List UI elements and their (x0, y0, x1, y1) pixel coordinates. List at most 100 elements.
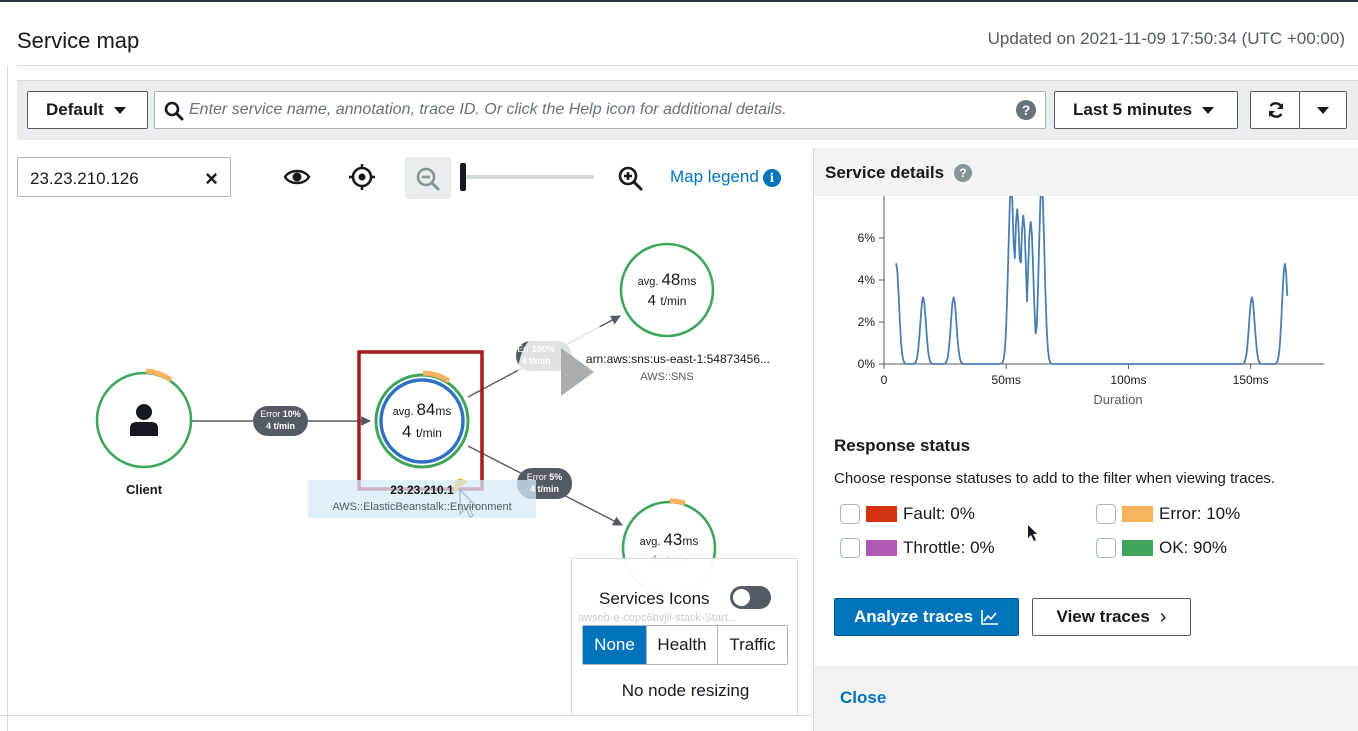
checkbox[interactable] (840, 538, 860, 558)
map-bottom-border (0, 715, 813, 716)
status-checkbox-ok[interactable]: OK: 90% (1096, 538, 1227, 558)
refresh-options-button[interactable] (1299, 91, 1347, 129)
response-status-description: Choose response statuses to add to the f… (834, 470, 1276, 487)
caret-down-icon (1317, 106, 1329, 114)
edge-rate: 4 t/min (521, 356, 551, 366)
help-icon[interactable]: ? (954, 164, 972, 182)
search-input[interactable]: Enter service name, annotation, trace ID… (154, 91, 1046, 129)
y-tick-label: 4% (858, 273, 876, 287)
status-checkbox-throttle[interactable]: Throttle: 0% (840, 538, 995, 558)
zoom-slider-track[interactable] (462, 175, 594, 179)
edge-label-value: 5% (549, 472, 563, 482)
caret-down-icon (1202, 106, 1215, 114)
edge-rate: 4 t/min (529, 484, 559, 494)
y-tick-label: 6% (858, 231, 876, 245)
avg-prefix: avg. (637, 276, 659, 288)
client-node[interactable] (95, 368, 193, 469)
rate-value: 4 (402, 422, 412, 441)
focus-target-icon[interactable] (348, 163, 376, 191)
status-checkbox-error[interactable]: Error: 10% (1096, 504, 1240, 524)
toggle-knob (733, 589, 750, 606)
x-tick-label: 100ms (1110, 373, 1146, 387)
status-label: OK: 90% (1159, 538, 1228, 557)
checkbox[interactable] (1096, 538, 1116, 558)
avg-unit: ms (682, 534, 699, 548)
group-dropdown[interactable]: Default (27, 91, 148, 129)
y-tick-label: 0% (858, 357, 876, 371)
help-icon[interactable]: ? (1016, 100, 1036, 120)
bottom-node-name: awseb-e-cepc6bvjii-stack-Start... (578, 612, 737, 624)
status-label: Error: 10% (1159, 504, 1241, 523)
analyze-traces-label: Analyze traces (853, 607, 974, 626)
time-range-label: Last 5 minutes (1073, 100, 1193, 119)
panel-footer (814, 666, 1358, 731)
map-legend-label: Map legend (670, 167, 759, 186)
segment-traffic[interactable]: Traffic (718, 626, 787, 664)
services-icons-label: Services Icons (599, 589, 710, 608)
eye-icon[interactable] (283, 165, 311, 189)
info-icon: i (762, 168, 781, 187)
edge-label-prefix: Err (517, 344, 530, 354)
updated-timestamp: Updated on 2021-11-09 17:50:34 (UTC +00:… (987, 29, 1345, 48)
view-traces-label: View traces (1056, 607, 1150, 626)
close-link[interactable]: Close (840, 688, 886, 708)
status-label: Throttle: 0% (903, 538, 995, 557)
ok-swatch (1122, 540, 1153, 556)
avg-unit: ms (435, 404, 452, 418)
zoom-out-icon (416, 167, 440, 191)
avg-prefix: avg. (392, 406, 414, 418)
segment-none[interactable]: None (583, 626, 647, 664)
checkbox[interactable] (840, 504, 860, 524)
checkbox[interactable] (1096, 504, 1116, 524)
group-dropdown-label: Default (46, 100, 104, 119)
page-title: Service map (17, 28, 140, 53)
rate-unit: t/min (415, 426, 442, 440)
search-icon (164, 101, 184, 121)
y-tick-label: 2% (858, 315, 876, 329)
zoom-slider-handle[interactable] (460, 163, 466, 191)
services-icons-toggle[interactable] (730, 586, 771, 609)
x-tick-label: 50ms (992, 373, 1021, 387)
main-node-metrics: avg. 84ms 4 t/min (382, 400, 462, 442)
sns-node-metrics: avg. 48ms 4 t/min (627, 270, 707, 310)
x-tick-label: 150ms (1233, 373, 1269, 387)
edge-badge-3-text: Error 5% 4 t/min (517, 471, 572, 495)
avg-value: 48 (661, 270, 681, 289)
time-range-dropdown[interactable]: Last 5 minutes (1054, 91, 1238, 129)
chart-trend-icon (981, 610, 999, 625)
clear-icon[interactable]: × (205, 166, 218, 192)
video-play-overlay[interactable] (518, 319, 626, 427)
mouse-pointer-icon (1028, 525, 1037, 541)
edge-badge-1-text: Error 10% 4 t/min (253, 408, 308, 432)
analyze-traces-button[interactable]: Analyze traces (834, 598, 1019, 636)
rate-value: 4 (647, 292, 656, 309)
avg-value: 43 (663, 530, 683, 549)
zoom-out-button[interactable] (405, 157, 451, 199)
chevron-right-icon: › (1159, 605, 1167, 628)
map-legend-link[interactable]: Map legend i (670, 167, 781, 187)
view-traces-button[interactable]: View traces › (1032, 598, 1191, 636)
resize-mode-label: No node resizing (621, 681, 750, 700)
status-checkbox-fault[interactable]: Fault: 0% (840, 504, 975, 524)
response-status-title: Response status (834, 436, 971, 455)
error-swatch (1122, 506, 1153, 522)
zoom-in-icon[interactable] (617, 165, 645, 193)
service-map-page: Service map Updated on 2021-11-09 17:50:… (0, 0, 1358, 731)
refresh-button[interactable] (1250, 91, 1300, 129)
segment-health[interactable]: Health (647, 626, 718, 664)
duration-histogram: 0% 2% 4% 6% 0 50ms 100ms 150ms Duration (858, 196, 1324, 407)
fault-swatch (866, 506, 897, 522)
node-filter-value: 23.23.210.126 (30, 169, 139, 188)
sns-node-name: arn:aws:sns:us-east-1:54873456... (585, 352, 770, 366)
main-node-type: AWS::ElasticBeanstalk::Environment (332, 501, 512, 513)
panel-title: Service details (825, 163, 945, 182)
avg-unit: ms (680, 274, 697, 288)
edge-label-value: 100% (531, 344, 555, 354)
node-filter-input[interactable]: 23.23.210.126 × (17, 157, 231, 197)
avg-value: 84 (416, 400, 436, 419)
display-options-panel: Services Icons None Health Traffic No no… (571, 558, 798, 716)
sns-node-type: AWS::SNS (640, 371, 694, 383)
duration-series-line (895, 196, 1289, 365)
caret-down-icon (113, 106, 126, 114)
x-tick-label: 0 (881, 373, 888, 387)
